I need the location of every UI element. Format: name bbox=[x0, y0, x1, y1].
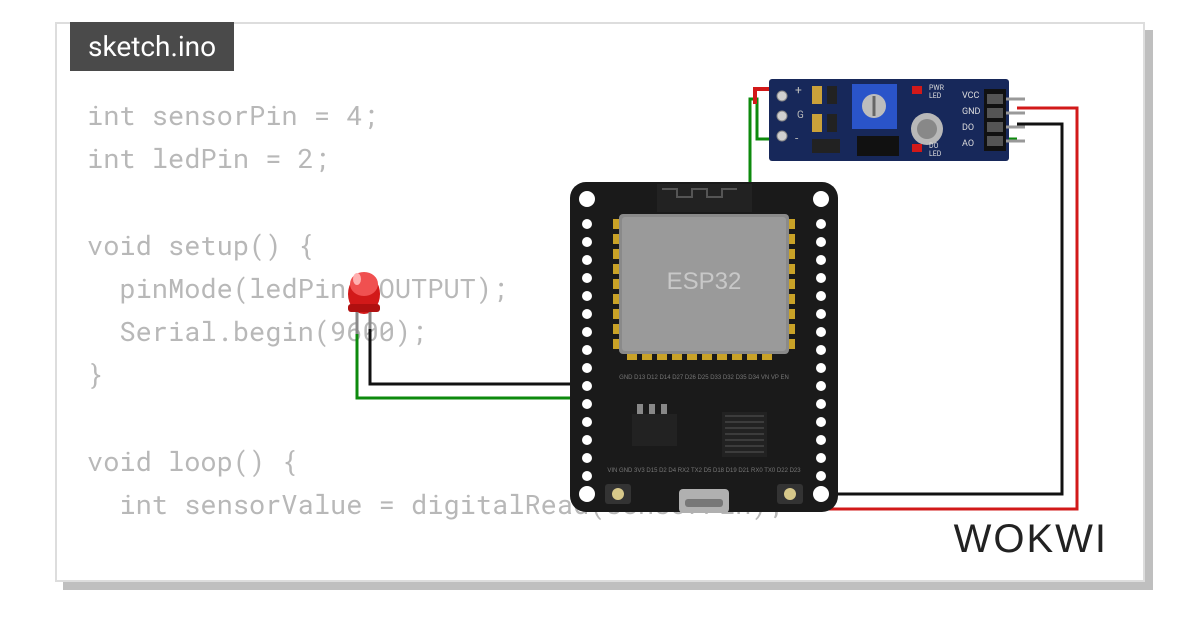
svg-text:+: + bbox=[795, 83, 802, 97]
pin-labels-top: GND D13 D12 D14 D27 D26 D25 D33 D32 D35 … bbox=[619, 375, 789, 381]
led-red[interactable] bbox=[348, 272, 380, 334]
reset-button[interactable] bbox=[777, 484, 803, 504]
label-ao: AO bbox=[962, 139, 974, 149]
file-tab-label: sketch.ino bbox=[88, 30, 216, 63]
label-do: DO bbox=[962, 123, 974, 133]
svg-text:LED: LED bbox=[929, 150, 942, 158]
label-do-led: DO bbox=[929, 142, 939, 150]
sound-sensor-module[interactable]: + - G PWR LED DO LED bbox=[769, 79, 1025, 161]
boot-button[interactable] bbox=[605, 484, 631, 504]
circuit-diagram: ESP32 GND D13 D12 D14 D27 D26 D25 D33 D3… bbox=[57, 24, 1147, 584]
preview-card: int sensorPin = 4; int ledPin = 2; void … bbox=[55, 22, 1145, 582]
label-gnd: GND bbox=[962, 107, 981, 117]
svg-text:LED: LED bbox=[929, 92, 942, 100]
board-label: ESP32 bbox=[667, 268, 742, 295]
svg-text:G: G bbox=[797, 110, 804, 121]
pin-labels-bottom: VIN GND 3V3 D15 D2 D4 RX2 TX2 D5 D18 D19… bbox=[607, 468, 801, 474]
label-pwr-led: PWR bbox=[929, 84, 945, 92]
wokwi-logo: WOKWI bbox=[954, 517, 1108, 562]
esp32-board[interactable]: ESP32 GND D13 D12 D14 D27 D26 D25 D33 D3… bbox=[570, 182, 838, 513]
label-vcc: VCC bbox=[962, 91, 980, 101]
file-tab[interactable]: sketch.ino bbox=[70, 22, 234, 71]
